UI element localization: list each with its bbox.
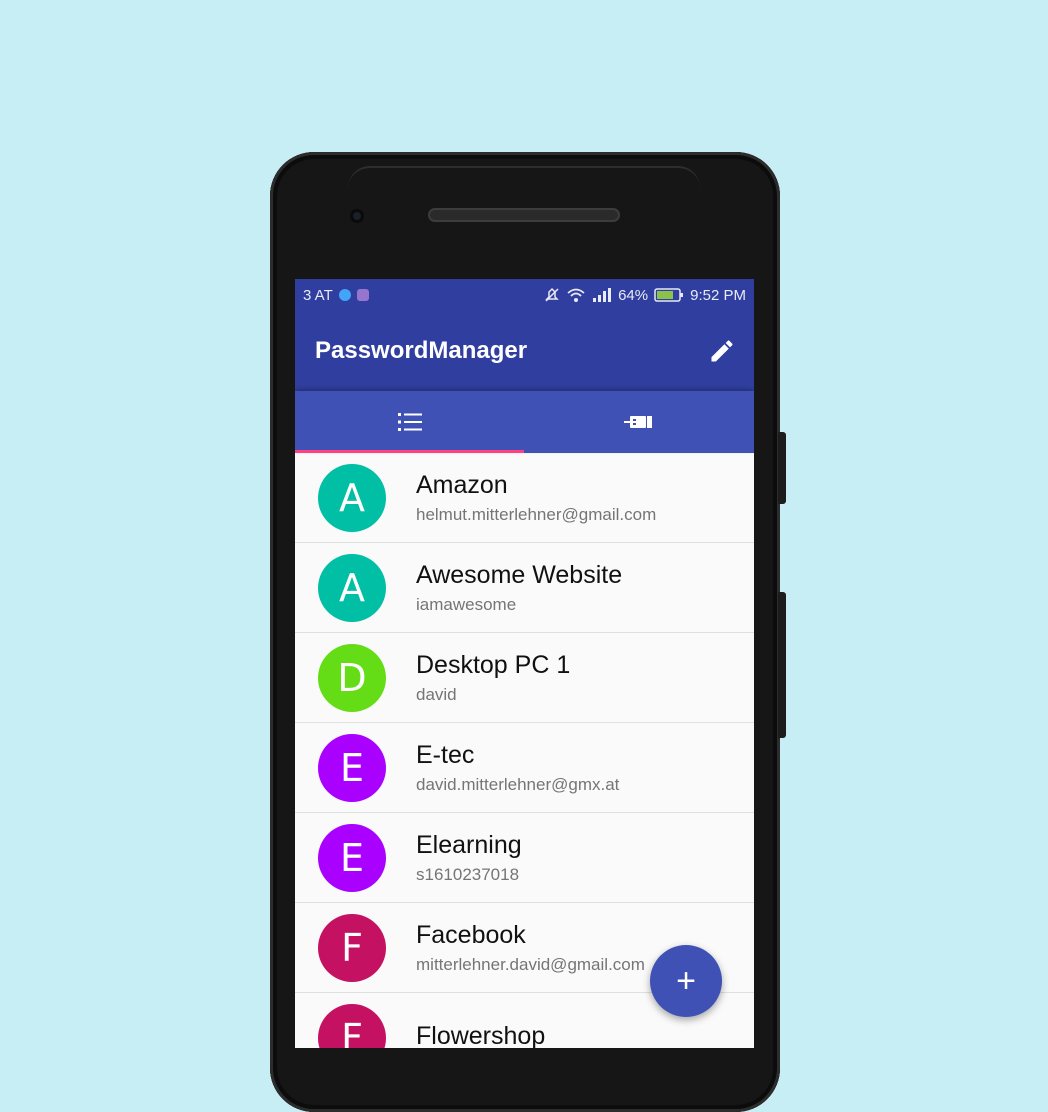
tab-usb[interactable] xyxy=(525,391,755,453)
entry-texts: Flowershop xyxy=(416,1021,545,1049)
tab-list[interactable] xyxy=(295,391,525,453)
status-bar: 3 AT 64% 9:52 PM xyxy=(295,279,754,311)
list-item[interactable]: E Elearning s1610237018 xyxy=(295,813,754,903)
entry-name: Facebook xyxy=(416,920,526,949)
entry-name: Elearning xyxy=(416,830,522,859)
list-item[interactable]: A Amazon helmut.mitterlehner@gmail.com xyxy=(295,453,754,543)
tab-indicator xyxy=(295,450,524,453)
phone-top-edge xyxy=(348,166,700,188)
tab-bar xyxy=(295,391,754,453)
list-item[interactable]: E E-tec david.mitterlehner@gmx.at xyxy=(295,723,754,813)
image-notification-icon xyxy=(356,289,369,301)
entry-username: mitterlehner.david@gmail.com xyxy=(416,954,645,974)
battery-icon xyxy=(654,288,684,302)
avatar: F xyxy=(318,913,386,982)
avatar: A xyxy=(318,463,386,532)
entry-texts: E-tec david.mitterlehner@gmx.at xyxy=(416,740,619,796)
avatar: E xyxy=(318,823,386,892)
entry-name: Awesome Website xyxy=(416,560,623,589)
wifi-icon xyxy=(567,288,585,302)
shield-notification-icon xyxy=(338,289,351,301)
add-button[interactable]: + xyxy=(650,945,722,1017)
carrier-label: 3 AT xyxy=(303,286,333,304)
entry-texts: Amazon helmut.mitterlehner@gmail.com xyxy=(416,470,656,526)
entry-texts: Desktop PC 1 david xyxy=(416,650,570,706)
entry-username: s1610237018 xyxy=(416,864,520,884)
pencil-icon[interactable] xyxy=(708,337,736,365)
battery-percent: 64% xyxy=(618,286,649,304)
entry-texts: Awesome Website iamawesome xyxy=(416,560,622,616)
entry-username: helmut.mitterlehner@gmail.com xyxy=(416,504,657,524)
screen: 3 AT 64% 9:52 PM PasswordManager A Amazo… xyxy=(295,279,754,1048)
entry-texts: Elearning s1610237018 xyxy=(416,830,522,886)
earpiece xyxy=(428,208,620,222)
signal-icon xyxy=(593,288,612,302)
entry-username: david xyxy=(416,684,457,704)
avatar: D xyxy=(318,643,386,712)
usb-drive-icon xyxy=(624,416,653,428)
entry-name: Desktop PC 1 xyxy=(416,650,571,679)
list-item[interactable]: D Desktop PC 1 david xyxy=(295,633,754,723)
app-title: PasswordManager xyxy=(315,337,528,364)
clock: 9:52 PM xyxy=(690,286,746,304)
entry-username: david.mitterlehner@gmx.at xyxy=(416,774,620,794)
entry-texts: Facebook mitterlehner.david@gmail.com xyxy=(416,920,645,976)
entry-name: Flowershop xyxy=(416,1021,546,1049)
front-camera xyxy=(350,209,364,223)
add-icon: + xyxy=(676,961,696,1000)
volume-button xyxy=(778,592,786,738)
list-item[interactable]: A Awesome Website iamawesome xyxy=(295,543,754,633)
power-button xyxy=(778,432,786,504)
entry-name: E-tec xyxy=(416,740,475,769)
entry-name: Amazon xyxy=(416,470,508,499)
list-icon xyxy=(397,413,422,431)
avatar: E xyxy=(318,733,386,802)
app-toolbar: PasswordManager xyxy=(295,311,754,391)
avatar: A xyxy=(318,553,386,622)
entry-username: iamawesome xyxy=(416,594,517,614)
mute-icon xyxy=(545,287,559,302)
avatar: F xyxy=(318,1003,386,1048)
